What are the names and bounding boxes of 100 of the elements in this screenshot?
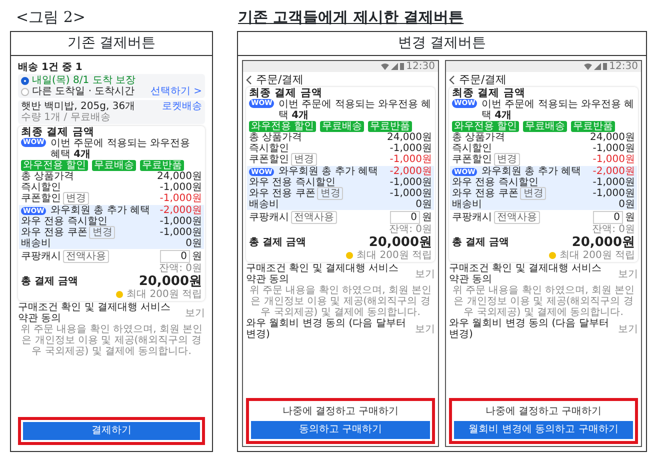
reward-text: 최대 200원 적립 [126, 289, 202, 300]
price-value: 24,000원 [590, 132, 635, 143]
view-link[interactable]: 보기 [415, 268, 435, 280]
use-all-chip[interactable]: 전액사용 [291, 211, 337, 224]
coin-icon [346, 252, 353, 259]
price-value: -1,000원 [592, 177, 635, 188]
status-time: 12:30 [609, 61, 638, 72]
benefit-tag: 와우전용 할인 [21, 160, 88, 171]
use-all-chip[interactable]: 전액사용 [494, 211, 540, 224]
use-all-chip[interactable]: 전액사용 [63, 250, 109, 263]
price-value: -1,000원 [592, 188, 635, 199]
total-amount: 20,000원 [572, 235, 635, 250]
price-value: -1,000원 [160, 227, 202, 238]
balance-text: 잔액: 0원 [591, 224, 635, 235]
benefit-tag: 무료배송 [92, 160, 136, 171]
pay-button[interactable]: 월회비 변경에 동의하고 구매하기 [454, 421, 633, 439]
price-value: -1,000원 [390, 154, 432, 165]
back-icon [246, 74, 252, 84]
section-title: 최종 결제 금액 [21, 127, 96, 138]
benefit-tag: 와우전용 할인 [452, 121, 520, 132]
price-label: 총 상품가격 [249, 132, 302, 143]
view-link[interactable]: 보기 [618, 268, 638, 280]
benefit-text: 이번 주문에 적용되는 와우전용 혜택 4개 [481, 99, 635, 121]
view-link[interactable]: 보기 [415, 324, 435, 334]
price-label: 와우 전용 즉시할인 [452, 177, 538, 188]
coin-icon [548, 252, 556, 259]
benefit-tag: 와우전용 할인 [249, 121, 316, 132]
price-label: 배송비 [249, 199, 279, 210]
unit-label: 원 [192, 251, 202, 262]
pay-button[interactable]: 결제하기 [23, 422, 200, 440]
benefit-tag: 무료반품 [571, 121, 616, 132]
notice-text: 위 주문 내용을 확인 하였으며, 회원 본인은 개인정보 이용 및 제공(해외직구의 경우 국외제공) 및 결제에 동의합니다. [451, 285, 636, 318]
notice-text: 위 주문 내용을 확인 하였으며, 회원 본인은 개인정보 이용 및 제공(해외직구의 경우 국외제공) 및 결제에 동의합니다. [19, 324, 204, 357]
coin-icon [116, 291, 123, 298]
benefit-title: 와우회원 총 추가 혜택 [278, 166, 378, 177]
price-value: -1,000원 [390, 177, 432, 188]
pay-button[interactable]: 동의하고 구매하기 [251, 421, 430, 439]
option-label: 다른 도착일 · 도착시간 [32, 86, 135, 97]
terms-text: 와우 월회비 변경 동의 (다음 달부터 변경) [449, 318, 610, 340]
price-value: -1,000원 [390, 143, 432, 154]
price-value: -2,000원 [390, 166, 432, 177]
price-label: 와우 전용 쿠폰 [249, 188, 316, 199]
terms-text: 구매조건 확인 및 결제대행 서비스 약관 동의 [246, 263, 400, 285]
battery-icon [603, 63, 608, 70]
price-label: 총 상품가격 [452, 132, 506, 143]
price-label: 배송비 [452, 199, 482, 210]
view-link[interactable]: 보기 [618, 324, 638, 334]
price-label: 즉시할인 [21, 182, 61, 193]
terms-text: 와우 월회비 변경 동의 (다음 달부터 변경) [246, 318, 407, 340]
total-amount: 20,000원 [368, 235, 432, 250]
price-value: 24,000원 [157, 171, 202, 182]
price-value: 24,000원 [387, 132, 432, 143]
battery-icon [400, 63, 404, 70]
change-chip[interactable]: 변경 [520, 187, 546, 200]
status-time: 12:30 [406, 61, 435, 72]
panel-heading: 기존 결제버튼 [10, 31, 213, 56]
cash-label: 쿠팡캐시 [21, 251, 61, 262]
benefit-text: 이번 주문에 적용되는 와우전용 혜택 4개 [278, 99, 432, 121]
price-label: 총 상품가격 [21, 171, 74, 182]
cash-input[interactable]: 0 [160, 250, 190, 263]
price-value: -1,000원 [592, 143, 635, 154]
view-link[interactable]: 보기 [185, 308, 205, 318]
price-label: 와우 전용 즉시할인 [21, 216, 108, 227]
signal-icon [594, 63, 602, 70]
price-label: 와우 전용 즉시할인 [249, 177, 336, 188]
notice-text: 위 주문 내용을 확인 하였으며, 회원 본인은 개인정보 이용 및 제공(해외직구의 경우 국외제공) 및 결제에 동의합니다. [248, 285, 433, 318]
price-label: 와우 전용 쿠폰 [21, 227, 88, 238]
price-value: -2,000원 [160, 205, 202, 216]
price-label: 즉시할인 [249, 143, 289, 154]
cash-label: 쿠팡캐시 [452, 212, 492, 223]
price-value: -1,000원 [390, 188, 432, 199]
price-value: 0원 [618, 199, 635, 210]
page-title: 주문/결제 [459, 74, 507, 85]
price-value: -2,000원 [592, 166, 635, 177]
change-chip[interactable]: 변경 [317, 187, 344, 200]
cash-input[interactable]: 0 [390, 211, 420, 224]
benefit-tag: 무료반품 [140, 160, 184, 171]
change-chip[interactable]: 변경 [89, 226, 116, 239]
price-label: 와우 전용 쿠폰 [452, 188, 518, 199]
balance-text: 잔액: 0원 [158, 263, 202, 274]
unit-label: 원 [625, 212, 635, 223]
total-label: 총 결제 금액 [249, 237, 306, 248]
terms-text: 구매조건 확인 및 결제대행 서비스 약관 동의 [18, 302, 172, 324]
total-amount: 20,000원 [138, 274, 202, 289]
back-icon [449, 74, 455, 84]
section-title: 최종 결제 금액 [452, 88, 526, 99]
price-value: 0원 [416, 199, 432, 210]
section-title: 배송 1건 중 1 [18, 62, 84, 73]
radio-button[interactable] [21, 76, 29, 84]
product-note: 수량 1개 / 무료배송 [21, 112, 112, 123]
unit-label: 원 [422, 212, 432, 223]
price-value: -1,000원 [592, 154, 635, 165]
select-link[interactable]: 선택하기 > [150, 86, 202, 97]
radio-button[interactable] [21, 88, 29, 96]
product-name: 햇반 백미밥, 205g, 36개 [21, 101, 136, 112]
benefit-title: 와우회원 총 추가 혜택 [481, 166, 581, 177]
cash-input[interactable]: 0 [593, 211, 623, 224]
delivery-type-label: 로켓배송 [162, 101, 202, 112]
reward-text: 최대 200원 적립 [560, 250, 635, 261]
cash-label: 쿠팡캐시 [249, 212, 289, 223]
